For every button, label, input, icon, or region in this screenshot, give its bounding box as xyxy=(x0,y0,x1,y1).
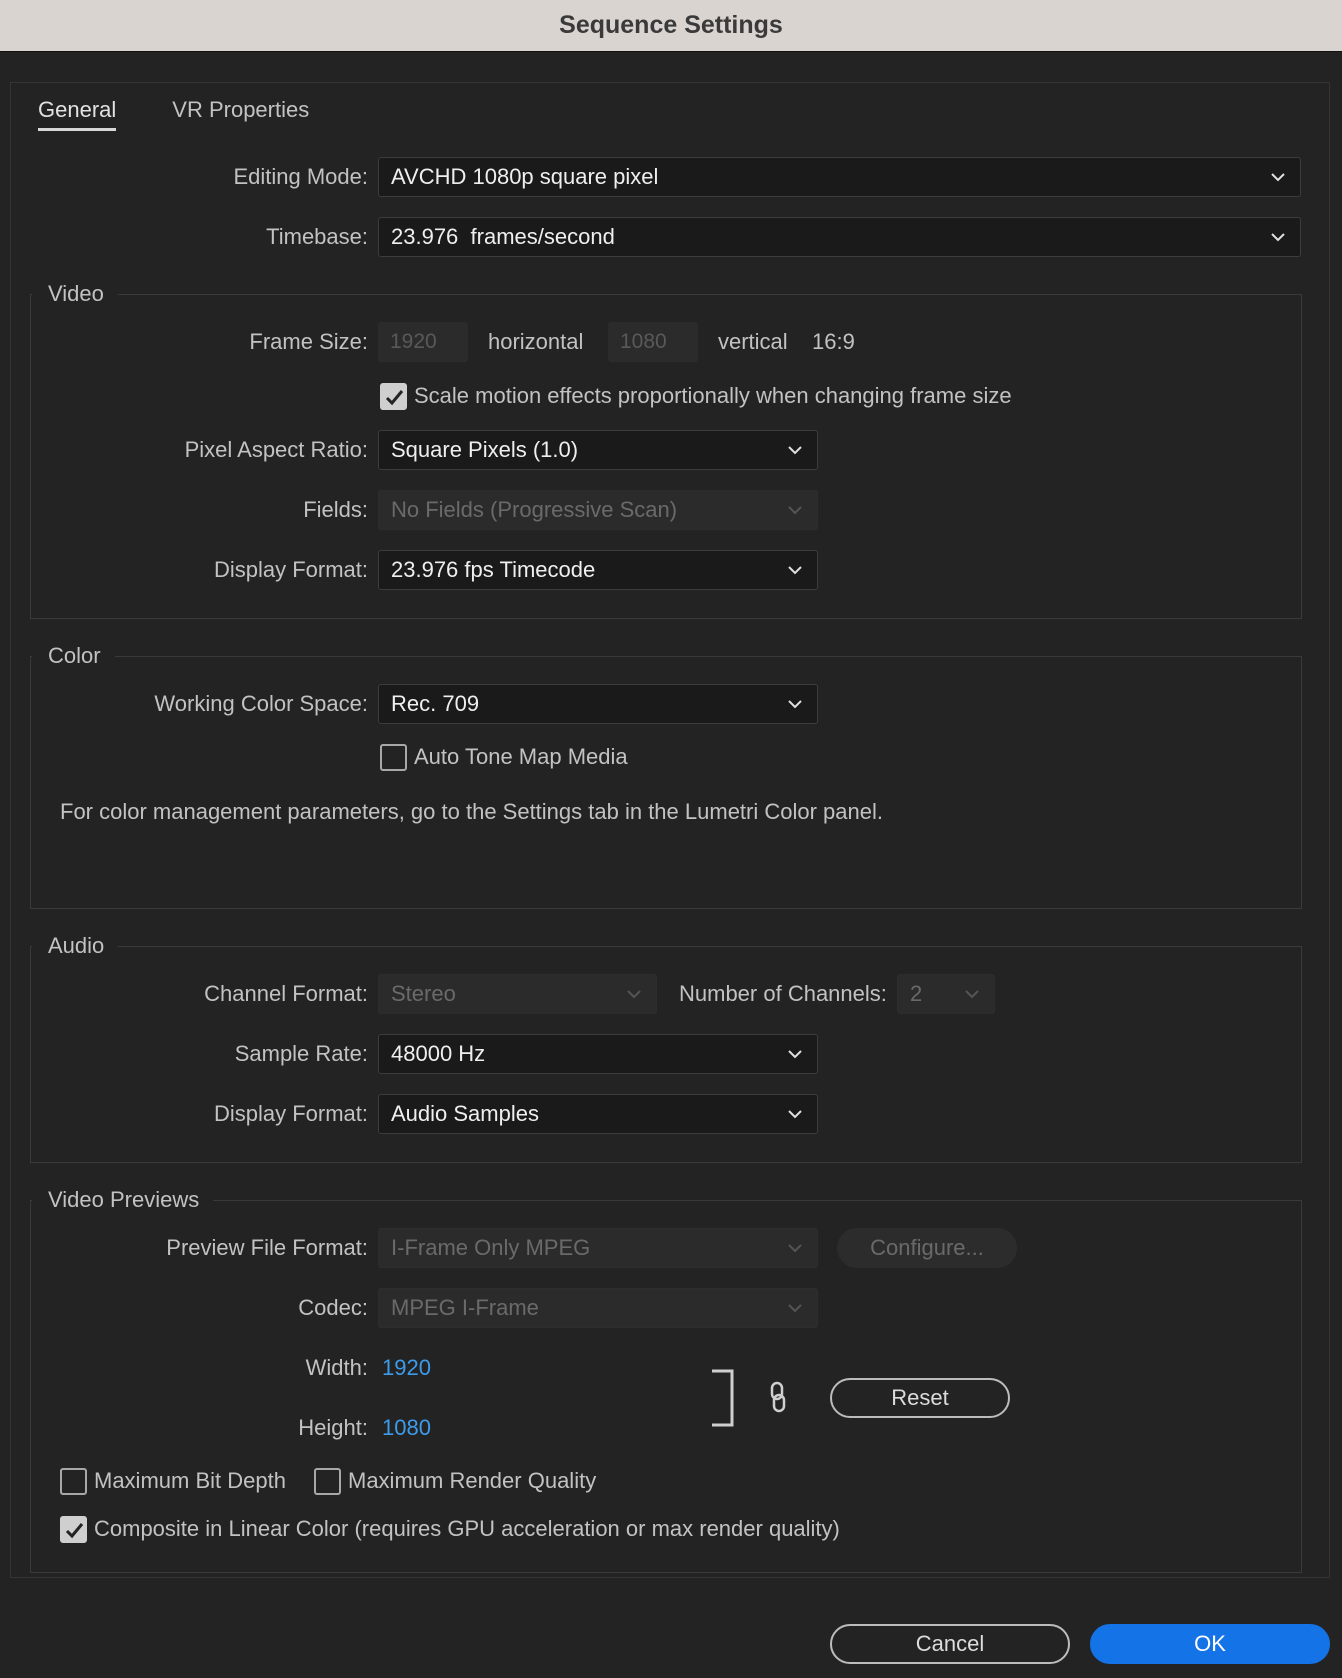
working-color-space-dropdown[interactable]: Rec. 709 xyxy=(378,684,818,724)
chevron-down-icon xyxy=(965,990,979,999)
working-color-space-value: Rec. 709 xyxy=(391,691,480,716)
configure-button: Configure... xyxy=(837,1228,1017,1268)
sample-rate-dropdown[interactable]: 48000 Hz xyxy=(378,1034,818,1074)
chevron-down-icon xyxy=(1271,173,1285,182)
checkmark-icon xyxy=(65,1523,84,1539)
sample-rate-value: 48000 Hz xyxy=(391,1041,486,1066)
width-label: Width: xyxy=(305,1355,368,1380)
horizontal-label: horizontal xyxy=(488,329,584,354)
title-bar: Sequence Settings xyxy=(0,0,1342,52)
max-render-quality-label: Maximum Render Quality xyxy=(348,1468,597,1493)
pixel-aspect-label: Pixel Aspect Ratio: xyxy=(184,437,368,462)
fields-value: No Fields (Progressive Scan) xyxy=(391,497,678,522)
tab-general[interactable]: General xyxy=(38,96,117,134)
max-render-quality-checkbox[interactable] xyxy=(314,1468,341,1495)
audio-section-title: Audio xyxy=(32,931,119,961)
codec-label: Codec: xyxy=(298,1295,368,1320)
channel-format-dropdown: Stereo xyxy=(378,974,657,1014)
video-section-title: Video xyxy=(32,279,118,309)
link-bracket-icon xyxy=(712,1369,734,1427)
frame-width-field: 1920 xyxy=(378,322,468,362)
video-display-format-dropdown[interactable]: 23.976 fps Timecode xyxy=(378,550,818,590)
frame-height-field: 1080 xyxy=(608,322,698,362)
number-of-channels-value: 2 xyxy=(910,981,923,1006)
color-section-title: Color xyxy=(32,641,115,671)
channel-format-value: Stereo xyxy=(391,981,456,1006)
working-color-space-label: Working Color Space: xyxy=(154,691,368,716)
audio-display-format-dropdown[interactable]: Audio Samples xyxy=(378,1094,818,1134)
channel-format-label: Channel Format: xyxy=(204,981,368,1006)
auto-tone-map-checkbox[interactable] xyxy=(380,744,407,771)
editing-mode-label: Editing Mode: xyxy=(233,164,368,189)
tab-vr-properties[interactable]: VR Properties xyxy=(172,96,309,134)
pixel-aspect-value: Square Pixels (1.0) xyxy=(391,437,579,462)
editing-mode-value: AVCHD 1080p square pixel xyxy=(391,164,659,189)
timebase-value: 23.976 frames/second xyxy=(391,224,615,249)
video-previews-section-title: Video Previews xyxy=(32,1185,214,1215)
codec-dropdown: MPEG I-Frame xyxy=(378,1288,818,1328)
chevron-down-icon xyxy=(1271,233,1285,242)
preview-height-value[interactable]: 1080 xyxy=(382,1408,431,1448)
chevron-down-icon xyxy=(627,990,641,999)
preview-file-format-label: Preview File Format: xyxy=(166,1235,368,1260)
preview-width-value[interactable]: 1920 xyxy=(382,1348,431,1388)
timebase-label: Timebase: xyxy=(266,224,368,249)
cancel-button[interactable]: Cancel xyxy=(830,1624,1070,1664)
chevron-down-icon xyxy=(788,506,802,515)
linear-color-label: Composite in Linear Color (requires GPU … xyxy=(94,1516,840,1541)
frame-size-label: Frame Size: xyxy=(249,329,368,354)
audio-display-format-label: Display Format: xyxy=(213,1101,368,1126)
chain-link-icon[interactable] xyxy=(764,1380,792,1416)
editing-mode-dropdown[interactable]: AVCHD 1080p square pixel xyxy=(378,157,1301,197)
number-of-channels-dropdown: 2 xyxy=(897,974,995,1014)
fields-dropdown: No Fields (Progressive Scan) xyxy=(378,490,818,530)
chevron-down-icon xyxy=(788,566,802,575)
sample-rate-label: Sample Rate: xyxy=(234,1041,368,1066)
preview-file-format-value: I-Frame Only MPEG xyxy=(391,1235,591,1260)
max-bit-depth-label: Maximum Bit Depth xyxy=(94,1468,286,1493)
chevron-down-icon xyxy=(788,700,802,709)
audio-display-format-value: Audio Samples xyxy=(391,1101,539,1126)
color-management-note: For color management parameters, go to t… xyxy=(60,799,883,824)
auto-tone-map-label: Auto Tone Map Media xyxy=(414,744,628,769)
height-label: Height: xyxy=(298,1415,368,1440)
aspect-label: 16:9 xyxy=(812,329,855,354)
chevron-down-icon xyxy=(788,1304,802,1313)
chevron-down-icon xyxy=(788,1050,802,1059)
scale-motion-checkbox[interactable] xyxy=(380,383,407,410)
reset-button[interactable]: Reset xyxy=(830,1378,1010,1418)
tab-bar: General VR Properties xyxy=(38,96,309,136)
checkmark-icon xyxy=(385,390,404,406)
video-display-format-label: Display Format: xyxy=(213,557,368,582)
chevron-down-icon xyxy=(788,1110,802,1119)
ok-button[interactable]: OK xyxy=(1090,1624,1330,1664)
preview-file-format-dropdown: I-Frame Only MPEG xyxy=(378,1228,818,1268)
scale-motion-label: Scale motion effects proportionally when… xyxy=(414,383,1012,408)
pixel-aspect-dropdown[interactable]: Square Pixels (1.0) xyxy=(378,430,818,470)
vertical-label: vertical xyxy=(718,329,788,354)
codec-value: MPEG I-Frame xyxy=(391,1295,539,1320)
chevron-down-icon xyxy=(788,446,802,455)
window-title: Sequence Settings xyxy=(559,11,783,39)
max-bit-depth-checkbox[interactable] xyxy=(60,1468,87,1495)
fields-label: Fields: xyxy=(303,497,368,522)
timebase-dropdown[interactable]: 23.976 frames/second xyxy=(378,217,1301,257)
linear-color-checkbox[interactable] xyxy=(60,1516,87,1543)
number-of-channels-label: Number of Channels: xyxy=(679,981,887,1006)
chevron-down-icon xyxy=(788,1244,802,1253)
video-display-format-value: 23.976 fps Timecode xyxy=(391,557,596,582)
